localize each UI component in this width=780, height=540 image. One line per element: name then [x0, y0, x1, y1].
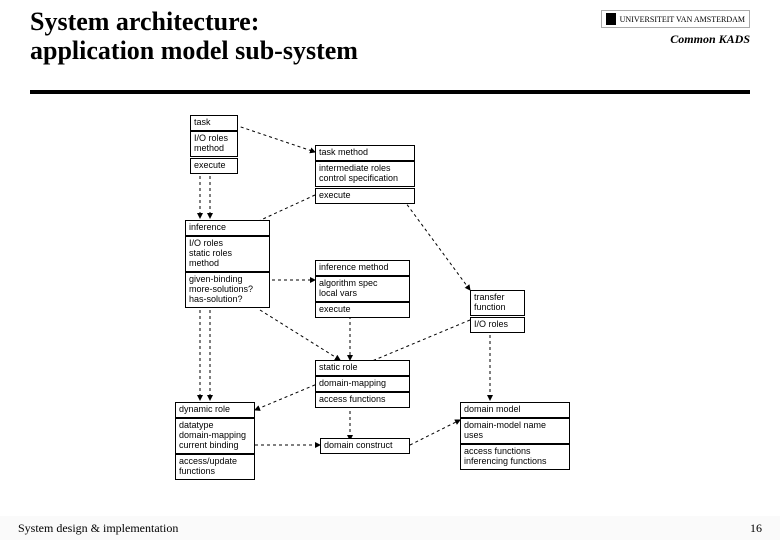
label-inference-method: inference method	[319, 262, 389, 272]
label-task-exec: execute	[194, 160, 226, 170]
label-static-role: static role	[319, 362, 358, 372]
box-inference-method-exec: execute	[315, 302, 410, 318]
label-inference-q: given-binding more-solutions? has-soluti…	[189, 274, 253, 304]
box-dynamic-body: datatype domain-mapping current binding	[175, 418, 255, 454]
label-static-access: access functions	[319, 394, 386, 404]
label-task-method: task method	[319, 147, 368, 157]
logos: UNIVERSITEIT VAN AMSTERDAM Common KADS	[601, 10, 750, 47]
box-static-access: access functions	[315, 392, 410, 408]
label-task: task	[194, 117, 211, 127]
box-domain-model: domain model	[460, 402, 570, 418]
title-line-2: application model sub-system	[30, 36, 358, 65]
box-inference-body: I/O roles static roles method	[185, 236, 270, 272]
box-task-io: I/O roles method	[190, 131, 238, 157]
label-dynamic-access: access/update functions	[179, 456, 237, 476]
label-domain-model-access: access functions inferencing functions	[464, 446, 547, 466]
label-inference-body: I/O roles static roles method	[189, 238, 232, 268]
box-inference: inference	[185, 220, 270, 236]
box-task-method: task method	[315, 145, 415, 161]
slide-footer: System design & implementation 16	[0, 516, 780, 540]
box-inference-q: given-binding more-solutions? has-soluti…	[185, 272, 270, 308]
slide-header: System architecture: application model s…	[0, 0, 780, 65]
box-dynamic-access: access/update functions	[175, 454, 255, 480]
commonkads-logo: Common KADS	[601, 32, 750, 47]
label-inference-method-exec: execute	[319, 304, 351, 314]
label-task-method-exec: execute	[319, 190, 351, 200]
label-task-method-body: intermediate roles control specification	[319, 163, 398, 183]
label-inference: inference	[189, 222, 226, 232]
crest-icon	[606, 13, 616, 25]
label-transfer: transfer function	[474, 292, 506, 312]
box-domain-mapping: domain-mapping	[315, 376, 410, 392]
box-task-method-exec: execute	[315, 188, 415, 204]
header-rule	[30, 90, 750, 94]
label-dynamic-body: datatype domain-mapping current binding	[179, 420, 246, 450]
footer-left: System design & implementation	[18, 521, 178, 536]
box-inference-method: inference method	[315, 260, 410, 276]
box-static-role: static role	[315, 360, 410, 376]
box-transfer: transfer function	[470, 290, 525, 316]
box-domain-model-access: access functions inferencing functions	[460, 444, 570, 470]
label-domain-construct: domain construct	[324, 440, 393, 450]
university-label: UNIVERSITEIT VAN AMSTERDAM	[620, 15, 745, 24]
university-logo: UNIVERSITEIT VAN AMSTERDAM	[601, 10, 750, 28]
architecture-diagram: task I/O roles method execute task metho…	[150, 110, 710, 490]
label-task-io: I/O roles method	[194, 133, 228, 153]
commonkads-label: Common KADS	[670, 32, 750, 46]
box-transfer-io: I/O roles	[470, 317, 525, 333]
footer-page-number: 16	[750, 521, 762, 536]
box-dynamic-role: dynamic role	[175, 402, 255, 418]
label-inference-method-body: algorithm spec local vars	[319, 278, 378, 298]
label-domain-model-body: domain-model name uses	[464, 420, 546, 440]
box-inference-method-body: algorithm spec local vars	[315, 276, 410, 302]
box-domain-construct: domain construct	[320, 438, 410, 454]
box-task-exec: execute	[190, 158, 238, 174]
box-task: task	[190, 115, 238, 131]
title-line-1: System architecture:	[30, 7, 259, 36]
box-domain-model-body: domain-model name uses	[460, 418, 570, 444]
label-domain-model: domain model	[464, 404, 521, 414]
label-domain-mapping: domain-mapping	[319, 378, 386, 388]
label-dynamic-role: dynamic role	[179, 404, 230, 414]
box-task-method-body: intermediate roles control specification	[315, 161, 415, 187]
label-transfer-io: I/O roles	[474, 319, 508, 329]
